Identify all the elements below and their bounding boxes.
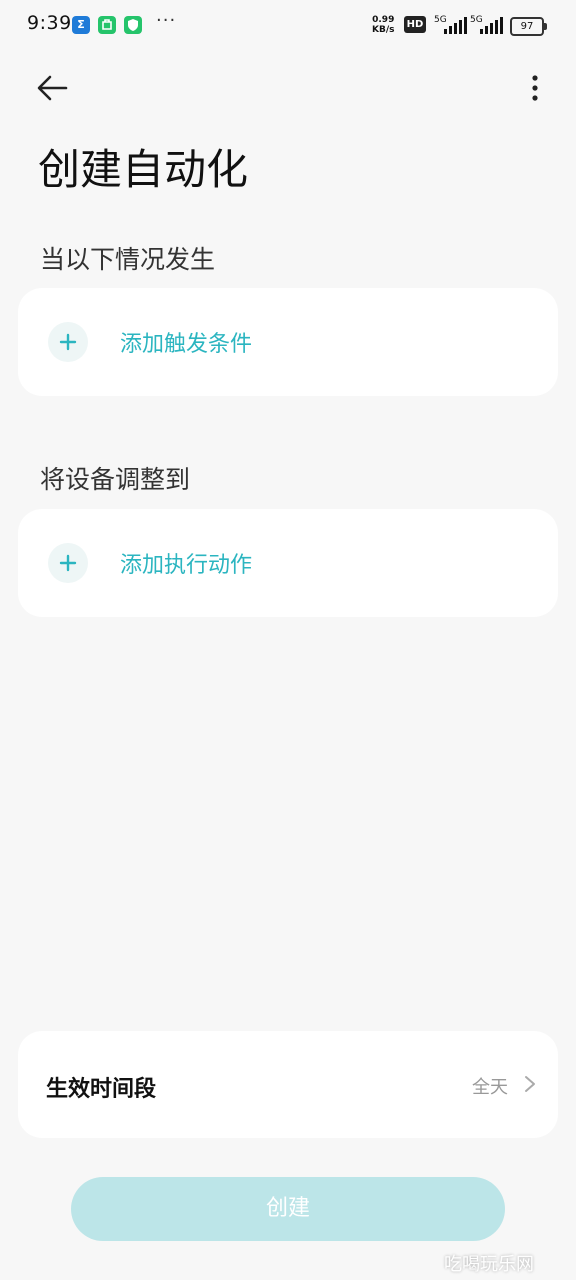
effective-time-period-row[interactable]: 生效时间段 全天 [18, 1031, 558, 1138]
plus-icon [48, 543, 88, 583]
more-vertical-icon [532, 75, 538, 101]
signal-5g-icon: 5G [434, 15, 468, 35]
add-action-button[interactable]: 添加执行动作 [18, 509, 558, 617]
net-speed-value: 0.99 [372, 15, 395, 25]
add-trigger-button[interactable]: 添加触发条件 [18, 288, 558, 396]
more-notifications-icon: ··· [156, 10, 177, 31]
create-button[interactable]: 创建 [71, 1177, 505, 1241]
add-action-label: 添加执行动作 [120, 553, 253, 578]
chevron-right-icon [525, 1076, 535, 1092]
back-arrow-icon [37, 75, 68, 101]
trigger-section-label: 当以下情况发生 [40, 245, 216, 274]
back-button[interactable] [30, 68, 74, 108]
sigma-app-icon: Σ [72, 16, 90, 34]
watermark: 吃喝玩乐网 [444, 1254, 534, 1275]
battery-icon: 97 [510, 17, 547, 36]
status-time: 9:39 [27, 12, 72, 34]
trigger-card: 添加触发条件 [18, 288, 558, 396]
hd-voice-icon: HD [404, 16, 426, 33]
action-card: 添加执行动作 [18, 509, 558, 617]
network-speed: 0.99 KB/s [372, 15, 394, 35]
signal-5g-icon: 5G [470, 15, 504, 35]
action-section-label: 将设备调整到 [40, 465, 191, 494]
more-options-button[interactable] [520, 68, 550, 108]
shield-app-icon [124, 16, 142, 34]
effective-time-label: 生效时间段 [46, 1077, 157, 1102]
page-title: 创建自动化 [38, 145, 249, 194]
net-speed-unit: KB/s [372, 25, 395, 35]
shop-app-icon [98, 16, 116, 34]
plus-icon [48, 322, 88, 362]
effective-time-value: 全天 [472, 1077, 508, 1098]
add-trigger-label: 添加触发条件 [120, 332, 253, 357]
status-bar: 9:39 Σ ··· 0.99 KB/s HD 5G 5G 97 [0, 0, 576, 52]
